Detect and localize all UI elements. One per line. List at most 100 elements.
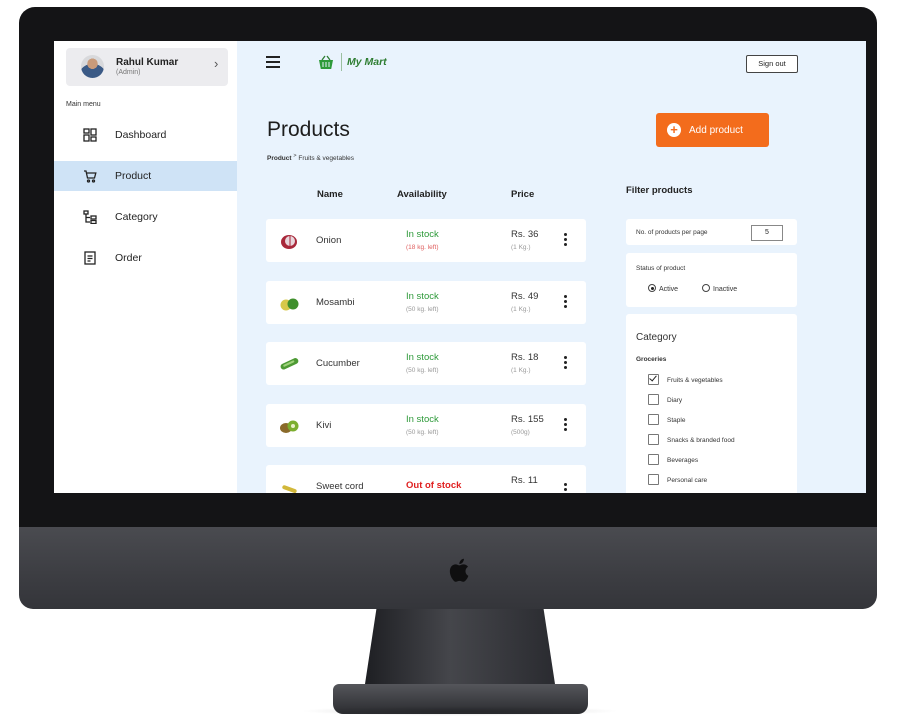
product-row[interactable]: Kivi In stock (50 kg. left) Rs. 155 (500… (266, 404, 586, 447)
sidebar-item-label: Order (115, 252, 142, 264)
checkbox-label: Diary (667, 397, 683, 405)
sign-out-button[interactable]: Sign out (746, 55, 798, 73)
radio-inactive[interactable]: Inactive (702, 284, 738, 293)
more-options-icon[interactable] (564, 418, 568, 434)
brand-name: My Mart (347, 56, 387, 68)
column-header-price: Price (511, 189, 535, 200)
status-label: Status of product (636, 265, 686, 272)
cucumber-image (280, 358, 299, 370)
category-checkbox[interactable]: Beverages (648, 454, 699, 466)
product-row[interactable]: Mosambi In stock (50 kg. left) Rs. 49 (1… (266, 281, 586, 324)
sidebar-item-label: Product (115, 170, 152, 182)
sidebar-item-product[interactable]: Product (54, 161, 237, 191)
user-card[interactable]: Rahul Kumar (Admin) › (66, 48, 228, 86)
product-price: Rs. 11 (511, 475, 538, 486)
stock-note: (18 kg. left) (406, 244, 439, 251)
price-unit: (1 Kg.) (511, 367, 531, 374)
page-title: Products (267, 118, 350, 141)
breadcrumb-root[interactable]: Product (267, 155, 292, 162)
avatar (81, 55, 104, 78)
monitor-stand-neck (365, 609, 555, 684)
category-checkbox[interactable]: Personal care (648, 474, 708, 486)
availability-status: In stock (406, 291, 439, 302)
product-name: Sweet cord (316, 481, 364, 492)
plus-circle-icon: + (667, 123, 681, 137)
cart-icon (84, 170, 97, 183)
product-price: Rs. 36 (511, 229, 539, 240)
price-unit: (1 Kg.) (511, 244, 531, 251)
product-price: Rs. 49 (511, 291, 539, 302)
kiwi-image (280, 420, 299, 433)
sidebar-item-label: Dashboard (115, 129, 167, 141)
more-options-icon[interactable] (564, 483, 568, 493)
availability-status: In stock (406, 352, 439, 363)
category-tree-icon (83, 210, 97, 224)
sidebar-item-category[interactable]: Category (54, 202, 237, 232)
column-header-availability: Availability (397, 189, 447, 200)
availability-status: Out of stock (406, 480, 462, 491)
product-row[interactable]: Onion In stock (18 kg. left) Rs. 36 (1 K… (266, 219, 586, 262)
basket-logo-icon (319, 55, 333, 69)
checkbox-label: Beverages (667, 457, 699, 465)
breadcrumb: Product > Fruits & vegetables (267, 153, 354, 162)
sidebar-item-order[interactable]: Order (54, 243, 237, 273)
checkbox-empty-icon (648, 474, 659, 485)
per-page-input[interactable]: 5 (751, 225, 783, 241)
hamburger-menu-icon[interactable] (266, 56, 280, 68)
status-panel: Status of product Active Inactive (626, 253, 797, 307)
stock-note: (50 kg. left) (406, 429, 439, 436)
sidebar-item-dashboard[interactable]: Dashboard (54, 120, 237, 150)
column-header-name: Name (317, 189, 343, 200)
app-screen: Rahul Kumar (Admin) › Main menu Dashboar… (54, 41, 866, 493)
user-role: (Admin) (116, 69, 141, 76)
product-name: Onion (316, 235, 342, 246)
logo-divider (341, 53, 342, 71)
category-checkbox[interactable]: Fruits & vegetables (648, 374, 723, 386)
product-row[interactable]: Cucumber In stock (50 kg. left) Rs. 18 (… (266, 342, 586, 385)
category-checkbox[interactable]: Diary (648, 394, 683, 406)
more-options-icon[interactable] (564, 233, 568, 249)
breadcrumb-separator: > (293, 153, 297, 159)
availability-status: In stock (406, 229, 439, 240)
category-checkbox[interactable]: Snacks & branded food (648, 434, 735, 446)
per-page-panel: No. of products per page 5 (626, 219, 797, 245)
product-price: Rs. 18 (511, 352, 539, 363)
product-name: Mosambi (316, 297, 355, 308)
add-product-button[interactable]: + Add product (656, 113, 769, 147)
radio-selected-icon (648, 284, 656, 292)
product-price: Rs. 155 (511, 414, 544, 425)
product-name: Kivi (316, 420, 332, 431)
add-product-label: Add product (689, 125, 743, 136)
more-options-icon[interactable] (564, 295, 568, 311)
checkbox-empty-icon (648, 414, 659, 425)
category-checkbox[interactable]: Staple (648, 414, 686, 426)
stand-shadow (300, 706, 620, 716)
order-list-icon (84, 251, 96, 265)
mosambi-image (280, 298, 299, 311)
checkbox-empty-icon (648, 454, 659, 465)
dashboard-icon (83, 128, 97, 142)
stock-note: (50 kg. left) (406, 306, 439, 313)
radio-label: Active (659, 285, 679, 293)
checkbox-empty-icon (648, 434, 659, 445)
checkbox-label: Fruits & vegetables (667, 377, 723, 385)
product-row[interactable]: Sweet cord Out of stock Rs. 11 (266, 465, 586, 493)
breadcrumb-current: Fruits & vegetables (298, 155, 354, 163)
checkbox-label: Personal care (667, 477, 708, 485)
sidebar: Rahul Kumar (Admin) › Main menu Dashboar… (54, 41, 237, 493)
category-panel: Category Groceries Fruits & vegetables D… (626, 314, 797, 493)
category-group-label: Groceries (636, 356, 667, 363)
checkbox-label: Staple (667, 417, 686, 425)
onion-image (281, 235, 297, 249)
more-options-icon[interactable] (564, 356, 568, 372)
radio-active[interactable]: Active (648, 284, 679, 293)
chevron-right-icon[interactable]: › (214, 56, 218, 71)
sweet-corn-image (282, 485, 297, 493)
price-unit: (1 Kg.) (511, 306, 531, 313)
radio-label: Inactive (713, 285, 738, 293)
per-page-label: No. of products per page (636, 229, 708, 236)
category-title: Category (636, 332, 677, 343)
filter-title: Filter products (626, 185, 693, 196)
availability-status: In stock (406, 414, 439, 425)
sidebar-item-label: Category (115, 211, 158, 223)
